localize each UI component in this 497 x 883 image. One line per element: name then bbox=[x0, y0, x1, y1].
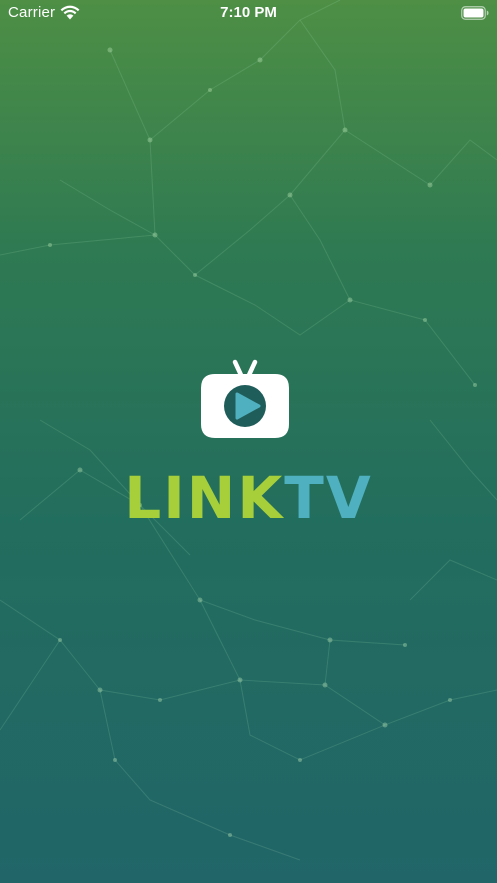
tv-play-icon bbox=[201, 359, 289, 438]
app-wordmark: LINKTV bbox=[0, 468, 497, 528]
wordmark-tv: TV bbox=[284, 464, 373, 532]
status-bar: Carrier 7:10 PM bbox=[0, 0, 497, 26]
battery-icon bbox=[461, 6, 489, 20]
status-time: 7:10 PM bbox=[220, 4, 277, 21]
wordmark-link: LINK bbox=[124, 464, 285, 532]
app-logo: LINKTV bbox=[0, 358, 497, 528]
